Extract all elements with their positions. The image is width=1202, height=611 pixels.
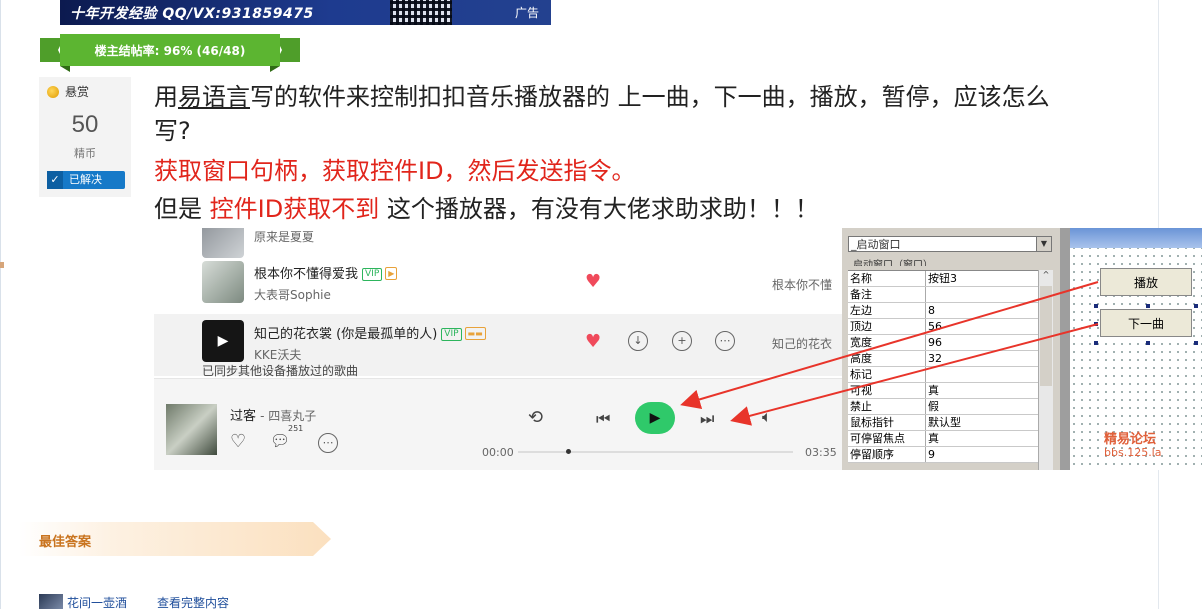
question-line-1: 用易语言写的软件来控制扣扣音乐播放器的 上一曲，下一曲，播放，暂停，应该怎么 (154, 82, 1050, 112)
question-answer-hint: 获取窗口句柄，获取控件ID，然后发送指令。 (154, 157, 636, 185)
question-text: 用 (154, 83, 178, 111)
view-full-link[interactable]: 查看完整内容 (157, 596, 229, 610)
qr-code-icon (390, 0, 452, 25)
question-line-2: 写? (154, 117, 191, 145)
coin-icon (47, 86, 59, 98)
attached-screenshot[interactable]: 原来是夏夏 根本你不懂得爱我 VIP ▶ 大表哥Sophie ♥ 根本你不懂 ▶ 知… (154, 228, 1202, 470)
question-line-4: 但是 控件ID获取不到 这个播放器，有没有大佬求助求助！！！ (154, 194, 819, 224)
ad-tag: 广告 (514, 6, 539, 20)
question-emphasis: 控件ID获取不到 (209, 195, 380, 223)
bounty-box: 悬赏 50 精币 ✓ 已解决 (39, 77, 131, 197)
question-text: 这个播放器，有没有大佬求助求助！！！ (379, 195, 819, 223)
bounty-header: 悬赏 (47, 83, 89, 100)
ad-banner[interactable]: 十年开发经验 QQ/VX:931859475 广告 (60, 0, 551, 25)
answer-author-row: 花间一壶酒 查看完整内容 (39, 594, 229, 611)
ad-text: 十年开发经验 QQ/VX:931859475 (70, 6, 314, 22)
annotation-arrows (680, 281, 1099, 426)
best-answer-label: 最佳答案 (39, 535, 92, 550)
bounty-unit: 精币 (74, 147, 96, 160)
avatar[interactable] (39, 594, 63, 609)
left-divider (0, 0, 1, 609)
arrow-to-next (730, 323, 1099, 426)
solved-label: 已解决 (69, 173, 102, 186)
edge-marker (0, 262, 4, 268)
question-text: 写的软件来控制扣扣音乐播放器的 上一曲，下一曲，播放，暂停，应该怎么 (250, 83, 1050, 111)
bounty-amount: 50 (71, 111, 99, 138)
bounty-label: 悬赏 (65, 85, 90, 99)
arrow-to-play (680, 281, 1099, 410)
question-text: 但是 (154, 195, 210, 223)
check-icon: ✓ (47, 171, 63, 189)
close-rate-text: 楼主结帖率: 96% (46/48) (94, 44, 246, 58)
keyword-link[interactable]: 易语言 (178, 83, 250, 111)
best-answer-header: 最佳答案 (19, 522, 331, 556)
answer-username[interactable]: 花间一壶酒 (67, 596, 127, 610)
solved-badge: ✓ 已解决 (47, 171, 125, 189)
close-rate-ribbon: 楼主结帖率: 96% (46/48) (40, 32, 300, 72)
